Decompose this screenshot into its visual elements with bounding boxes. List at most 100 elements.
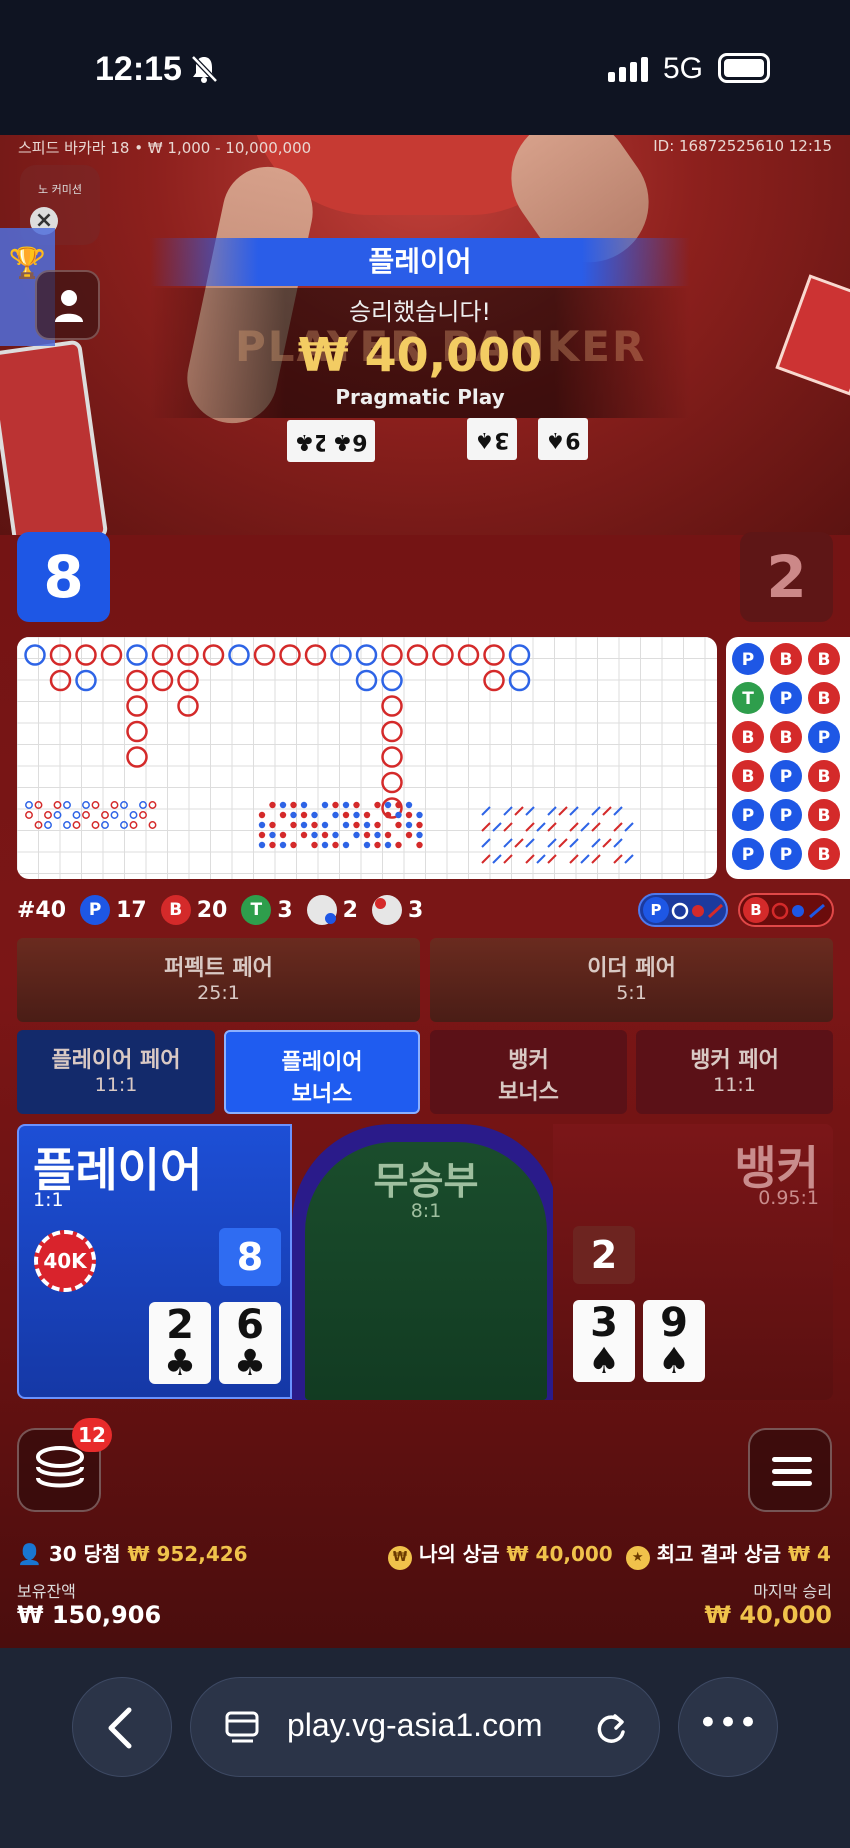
svg-text:P: P bbox=[742, 845, 754, 865]
bead-road-item: B bbox=[808, 643, 840, 675]
table-card: 9♠ bbox=[538, 418, 588, 460]
player-wins-count: 17 bbox=[116, 897, 147, 923]
tie-count: 3 bbox=[277, 897, 293, 923]
road-mark bbox=[406, 644, 429, 666]
road-mark bbox=[304, 644, 327, 666]
player-predict-button[interactable]: P bbox=[638, 893, 728, 927]
profile-button[interactable] bbox=[35, 270, 100, 340]
menu-button[interactable] bbox=[748, 1428, 832, 1512]
road-mark bbox=[24, 644, 46, 666]
ellipsis-icon: ••• bbox=[697, 1703, 759, 1743]
signal-icon bbox=[608, 57, 652, 82]
road-mark bbox=[75, 644, 97, 666]
banker-bet-area[interactable]: 뱅커 0.95:1 2 3 ♠ 9 ♠ bbox=[553, 1124, 833, 1400]
table-card: 3♠ bbox=[467, 418, 517, 460]
banker-wins-count: 20 bbox=[196, 897, 228, 923]
banker-card: 3 ♠ bbox=[573, 1300, 635, 1382]
bet-chip[interactable]: 40K bbox=[34, 1230, 96, 1292]
banker-dot-icon: B bbox=[160, 895, 191, 925]
road-mark bbox=[432, 644, 454, 666]
my-win-summary: ₩ 나의 상금 ₩ 40,000 ★ 최고 결과 상금 ₩ 4 bbox=[388, 1538, 831, 1570]
road-mark bbox=[126, 695, 148, 717]
banker-predict-button[interactable]: B bbox=[738, 893, 834, 927]
road-mark bbox=[381, 720, 403, 743]
road-mark bbox=[177, 644, 199, 666]
svg-text:T: T bbox=[742, 689, 754, 709]
banker-bonus-bet[interactable]: 뱅커 보너스 bbox=[430, 1030, 627, 1114]
svg-text:B: B bbox=[818, 845, 831, 865]
tie-bet-area[interactable]: 무승부 8:1 bbox=[305, 1142, 547, 1400]
last-win-value: ₩ 40,000 bbox=[704, 1601, 832, 1629]
bead-road[interactable]: PBBTPBBBPBPBPPBPPB bbox=[726, 637, 850, 879]
road-mark bbox=[202, 644, 225, 666]
either-pair-bet[interactable]: 이더 페어 5:1 bbox=[430, 938, 833, 1022]
chevron-left-icon bbox=[108, 1707, 132, 1749]
player-dot-icon: P bbox=[80, 895, 111, 925]
svg-text:P: P bbox=[780, 689, 792, 709]
banker-score: 2 bbox=[740, 532, 833, 622]
banker-pair-icon bbox=[371, 895, 402, 925]
player-pair-count: 2 bbox=[342, 897, 358, 923]
discard-tray-image bbox=[775, 274, 850, 396]
bead-road-item: B bbox=[770, 721, 802, 753]
round-id: ID: 16872525610 12:15 bbox=[653, 137, 832, 155]
banker-card: 9 ♠ bbox=[643, 1300, 705, 1382]
roadmap-board[interactable] bbox=[17, 637, 717, 879]
banker-pair-count: 3 bbox=[407, 897, 424, 923]
bead-road-item: P bbox=[732, 643, 764, 675]
url-text: play.vg-asia1.com bbox=[287, 1707, 543, 1743]
perfect-pair-bet[interactable]: 퍼펙트 페어 25:1 bbox=[17, 938, 420, 1022]
tie-dot-icon: T bbox=[241, 895, 272, 925]
result-message: 승리했습니다! bbox=[348, 298, 492, 326]
road-mark bbox=[126, 644, 148, 666]
svg-text:B: B bbox=[818, 767, 831, 787]
svg-text:P: P bbox=[742, 650, 754, 670]
status-time: 12:15 bbox=[95, 50, 182, 88]
svg-text:B: B bbox=[780, 728, 793, 748]
back-button[interactable] bbox=[72, 1677, 172, 1777]
road-mark bbox=[381, 644, 403, 666]
svg-text:B: B bbox=[742, 728, 755, 748]
banker-odds: 0.95:1 bbox=[758, 1187, 819, 1209]
predict-road-icon bbox=[671, 902, 724, 920]
bead-road-item: T bbox=[732, 682, 764, 714]
road-mark bbox=[126, 746, 148, 768]
result-win-amount: ₩ 40,000 bbox=[297, 328, 543, 382]
battery-icon bbox=[718, 53, 770, 83]
provider-name: Pragmatic Play bbox=[335, 385, 505, 409]
bead-road-item: P bbox=[808, 721, 840, 753]
road-mark bbox=[381, 746, 403, 768]
svg-text:B: B bbox=[818, 650, 831, 670]
player-pair-icon bbox=[306, 895, 337, 925]
bead-road-item: P bbox=[770, 838, 802, 870]
result-winner: 플레이어 bbox=[150, 238, 690, 286]
road-mark bbox=[381, 695, 403, 717]
bead-road-item: B bbox=[732, 721, 764, 753]
bead-road-item: B bbox=[732, 760, 764, 792]
reload-icon[interactable] bbox=[591, 1708, 631, 1748]
last-win-label: 마지막 승리 bbox=[753, 1582, 832, 1601]
player-pair-bet[interactable]: 플레이어 페어 11:1 bbox=[17, 1030, 215, 1114]
svg-text:P: P bbox=[780, 806, 792, 826]
big-road bbox=[17, 637, 717, 879]
bead-road-item: B bbox=[808, 682, 840, 714]
bead-road-item: P bbox=[770, 760, 802, 792]
predict-road-icon bbox=[771, 902, 825, 920]
road-mark bbox=[483, 644, 505, 666]
bead-road-item: B bbox=[808, 799, 840, 831]
bead-road-item: B bbox=[770, 643, 802, 675]
player-bonus-bet[interactable]: 플레이어 보너스 bbox=[224, 1030, 420, 1114]
tie-bet-label: 무승부 bbox=[373, 1159, 479, 1203]
banker-pair-bet[interactable]: 뱅커 페어 11:1 bbox=[636, 1030, 833, 1114]
player-score: 8 bbox=[17, 532, 110, 622]
bead-road-item: P bbox=[770, 799, 802, 831]
page-icon bbox=[225, 1711, 259, 1743]
svg-text:B: B bbox=[818, 806, 831, 826]
more-options-button[interactable]: ••• bbox=[678, 1677, 778, 1777]
balance-label: 보유잔액 bbox=[17, 1582, 76, 1601]
silent-bell-icon bbox=[190, 54, 218, 84]
users-icon: 👤 bbox=[17, 1542, 42, 1566]
chip-count-badge: 12 bbox=[72, 1418, 112, 1452]
player-card: 2 ♣ bbox=[149, 1302, 211, 1384]
svg-text:P: P bbox=[742, 806, 754, 826]
